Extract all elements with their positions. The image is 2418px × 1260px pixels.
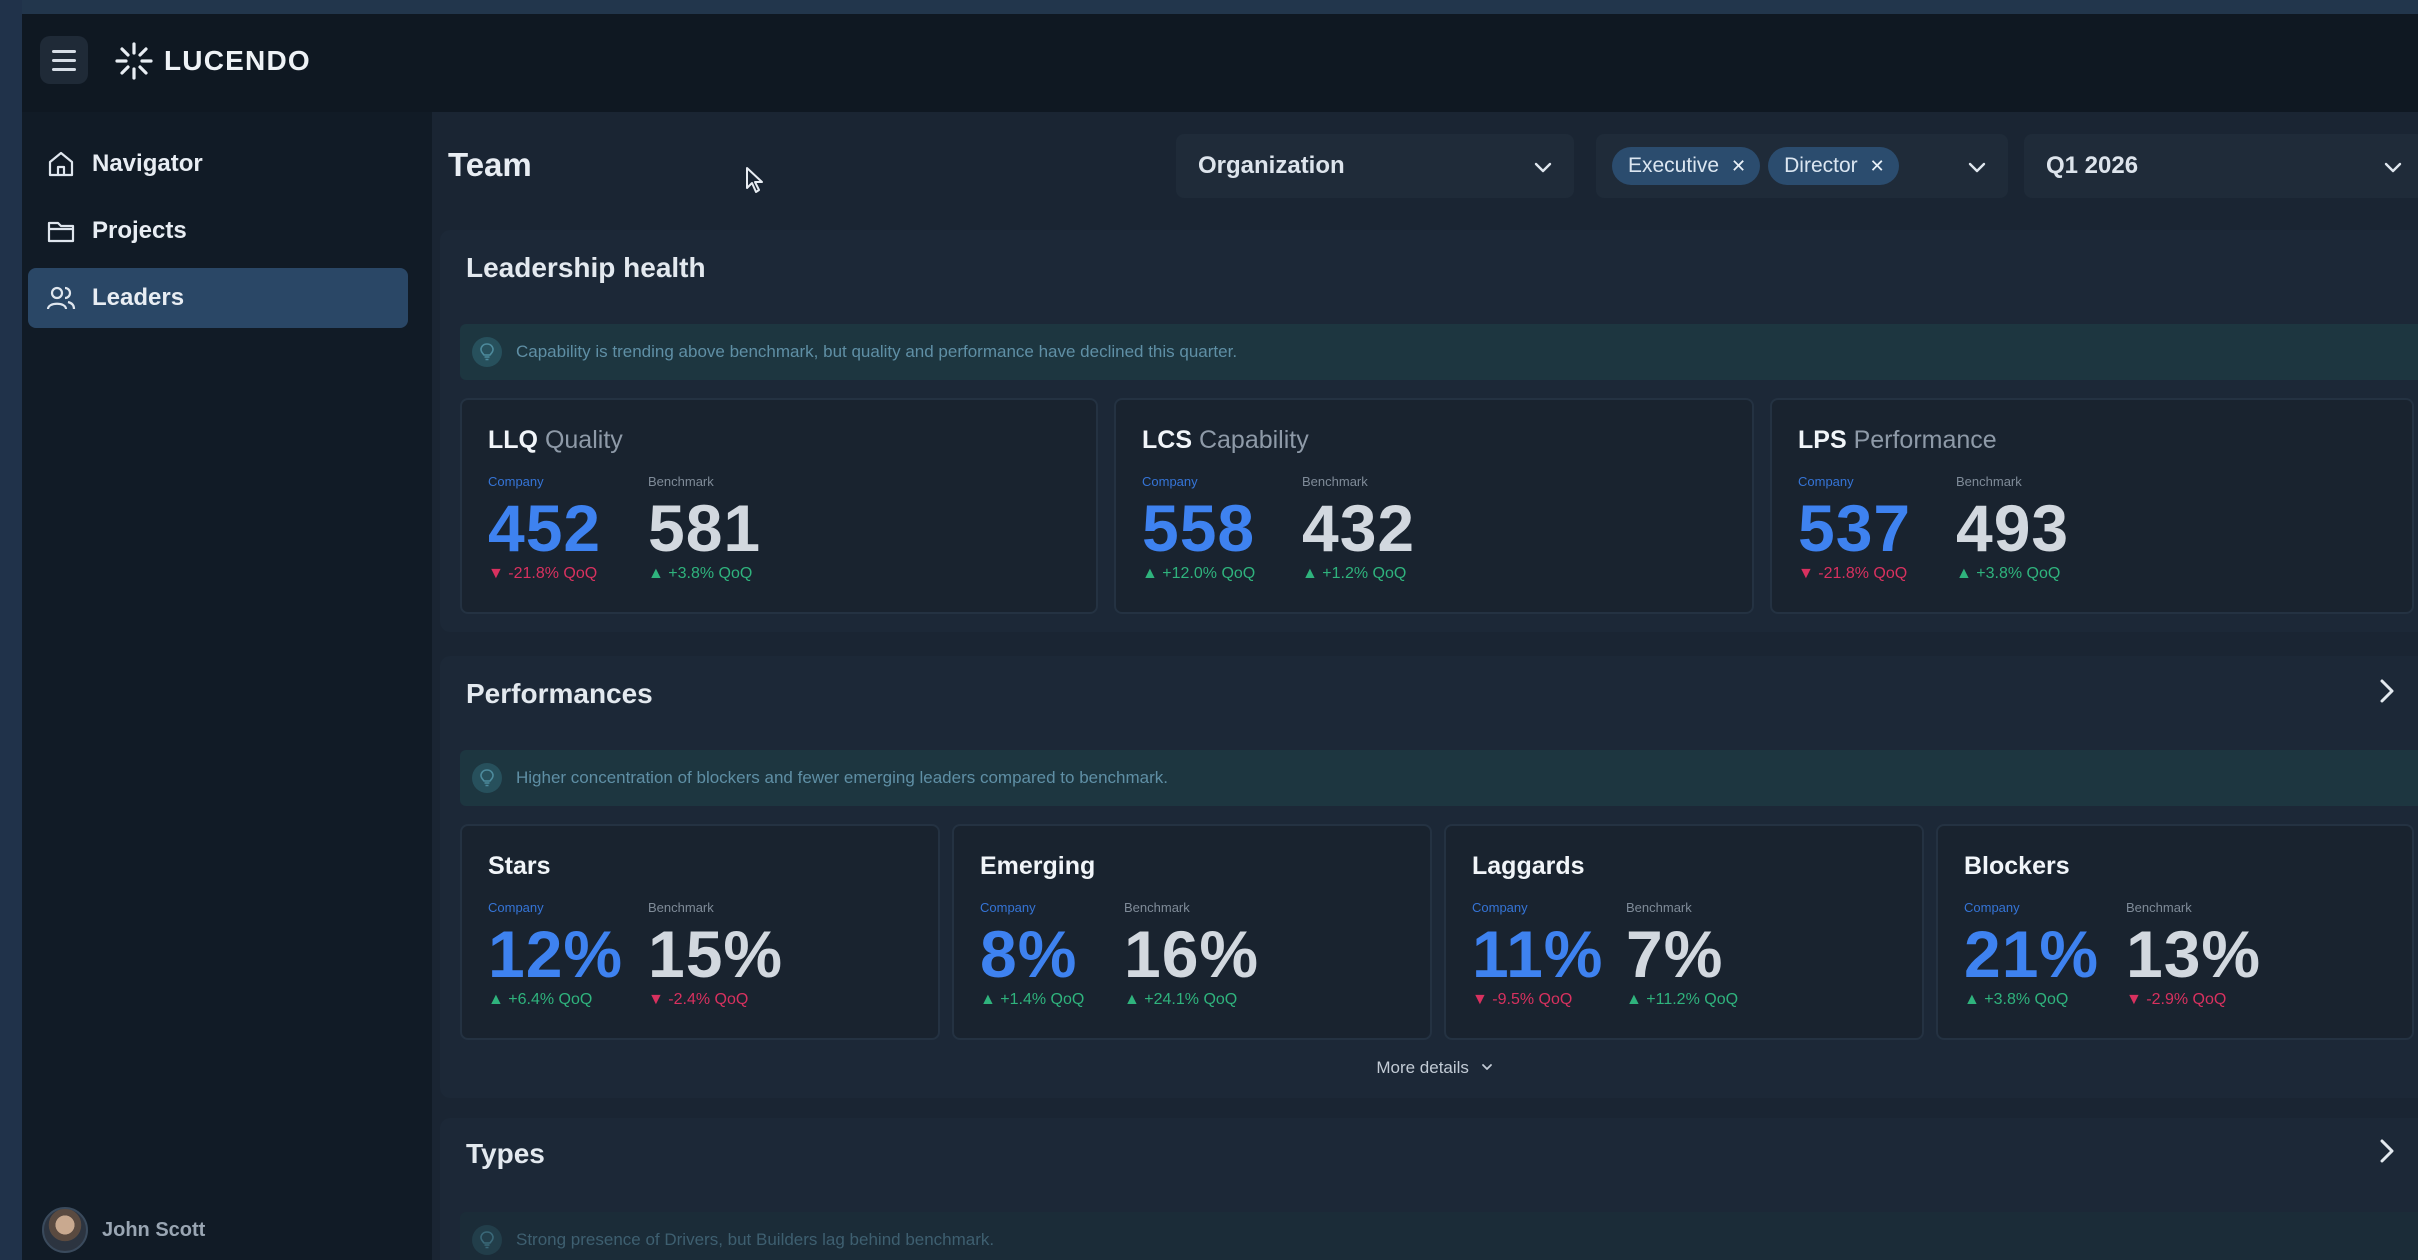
brand-logo[interactable]: LUCENDO (114, 38, 311, 84)
company-metric: Company 8% ▲ +1.4% QoQ (980, 900, 1085, 1008)
role-multiselect[interactable]: Executive ✕ Director ✕ (1596, 134, 2008, 198)
card-title: Emerging (980, 852, 1096, 880)
benchmark-metric: Benchmark 16% ▲ +24.1% QoQ (1124, 900, 1260, 1008)
insight-text: Higher concentration of blockers and few… (516, 768, 1169, 787)
metric-card-llq[interactable]: LLQ Quality Company 452 ▼ -21.8% QoQ Ben… (460, 398, 1098, 614)
chevron-right-icon[interactable] (2374, 676, 2400, 706)
company-metric: Company 558 ▲ +12.0% QoQ (1142, 474, 1256, 582)
chevron-down-icon (1534, 162, 1552, 173)
close-icon[interactable]: ✕ (1731, 156, 1746, 177)
chip-label: Director (1784, 154, 1858, 177)
chip-label: Executive (1628, 154, 1720, 177)
app-window: LUCENDO Navigator Projects Leaders John … (22, 14, 2418, 1260)
types-panel: Types Strong presence of Drivers, but Bu… (440, 1118, 2418, 1260)
insight-banner: Higher concentration of blockers and few… (460, 750, 2418, 806)
organization-select[interactable]: Organization (1176, 134, 1574, 198)
hamburger-icon (52, 47, 76, 74)
filter-chip-director[interactable]: Director ✕ (1768, 147, 1899, 185)
window-top-edge (0, 0, 2418, 14)
chevron-down-icon (1481, 1064, 1492, 1070)
card-title: Stars (488, 852, 551, 880)
sidebar: Navigator Projects Leaders John Scott (22, 112, 432, 1260)
chevron-down-icon (2384, 162, 2402, 173)
benchmark-metric: Benchmark 581 ▲ +3.8% QoQ (648, 474, 762, 582)
performance-card-blockers[interactable]: Blockers Company 21% ▲ +3.8% QoQ Benchma… (1936, 824, 2414, 1040)
card-title: Blockers (1964, 852, 2070, 880)
metric-card-lcs[interactable]: LCS Capability Company 558 ▲ +12.0% QoQ … (1114, 398, 1754, 614)
performance-card-laggards[interactable]: Laggards Company 11% ▼ -9.5% QoQ Benchma… (1444, 824, 1924, 1040)
sparkle-logo-icon (115, 42, 153, 80)
close-icon[interactable]: ✕ (1870, 156, 1885, 177)
top-bar: LUCENDO (22, 14, 2418, 112)
brand-name: LUCENDO (164, 45, 311, 76)
avatar (42, 1207, 88, 1253)
company-metric: Company 11% ▼ -9.5% QoQ (1472, 900, 1604, 1008)
benchmark-metric: Benchmark 493 ▲ +3.8% QoQ (1956, 474, 2070, 582)
window-left-edge (0, 0, 22, 1260)
period-select[interactable]: Q1 2026 (2024, 134, 2418, 198)
chevron-down-icon (1968, 162, 1986, 173)
performances-panel: Performances Higher concentration of blo… (440, 656, 2418, 1098)
lightbulb-icon (472, 763, 502, 793)
lightbulb-icon (472, 1225, 502, 1255)
sidebar-item-navigator[interactable]: Navigator (28, 134, 408, 194)
insight-banner: Strong presence of Drivers, but Builders… (460, 1212, 2418, 1260)
page-title: Team (448, 146, 532, 183)
sidebar-item-projects[interactable]: Projects (28, 201, 408, 261)
sidebar-item-label: Navigator (92, 150, 203, 177)
insight-text: Capability is trending above benchmark, … (516, 342, 1238, 361)
leadership-health-panel: Leadership health Capability is trending… (440, 230, 2418, 632)
more-details-link[interactable]: More details (440, 1058, 2418, 1078)
panel-title: Performances (466, 678, 653, 709)
panel-title: Leadership health (466, 252, 706, 283)
users-icon (46, 286, 76, 310)
performance-card-stars[interactable]: Stars Company 12% ▲ +6.4% QoQ Benchmark … (460, 824, 940, 1040)
company-metric: Company 537 ▼ -21.8% QoQ (1798, 474, 1912, 582)
company-metric: Company 21% ▲ +3.8% QoQ (1964, 900, 2100, 1008)
insight-text: Strong presence of Drivers, but Builders… (516, 1230, 995, 1249)
card-title: LCS Capability (1142, 426, 1309, 454)
benchmark-metric: Benchmark 432 ▲ +1.2% QoQ (1302, 474, 1416, 582)
sidebar-item-label: Leaders (92, 284, 185, 311)
benchmark-metric: Benchmark 15% ▼ -2.4% QoQ (648, 900, 784, 1008)
benchmark-metric: Benchmark 7% ▲ +11.2% QoQ (1626, 900, 1739, 1008)
sidebar-item-label: Projects (92, 217, 187, 244)
user-name: John Scott (102, 1218, 206, 1241)
panel-title: Types (466, 1138, 545, 1169)
mouse-cursor-icon (746, 167, 763, 193)
main-content: Team Organization Executive ✕ Director ✕… (432, 112, 2418, 1260)
chevron-right-icon[interactable] (2374, 1136, 2400, 1166)
company-metric: Company 452 ▼ -21.8% QoQ (488, 474, 602, 582)
benchmark-metric: Benchmark 13% ▼ -2.9% QoQ (2126, 900, 2262, 1008)
sidebar-item-leaders[interactable]: Leaders (28, 268, 408, 328)
menu-button[interactable] (40, 36, 88, 84)
card-title: LLQ Quality (488, 426, 623, 454)
home-icon (48, 151, 74, 177)
period-select-value: Q1 2026 (2046, 152, 2139, 179)
company-metric: Company 12% ▲ +6.4% QoQ (488, 900, 624, 1008)
lightbulb-icon (472, 337, 502, 367)
user-profile[interactable]: John Scott (42, 1200, 205, 1260)
metric-card-lps[interactable]: LPS Performance Company 537 ▼ -21.8% QoQ… (1770, 398, 2414, 614)
filter-chip-executive[interactable]: Executive ✕ (1612, 147, 1761, 185)
more-details-label: More details (1376, 1058, 1469, 1077)
card-title: Laggards (1472, 852, 1585, 880)
organization-select-value: Organization (1198, 152, 1345, 179)
card-title: LPS Performance (1798, 426, 1997, 454)
folder-icon (47, 221, 75, 243)
performance-card-emerging[interactable]: Emerging Company 8% ▲ +1.4% QoQ Benchmar… (952, 824, 1432, 1040)
insight-banner: Capability is trending above benchmark, … (460, 324, 2418, 380)
